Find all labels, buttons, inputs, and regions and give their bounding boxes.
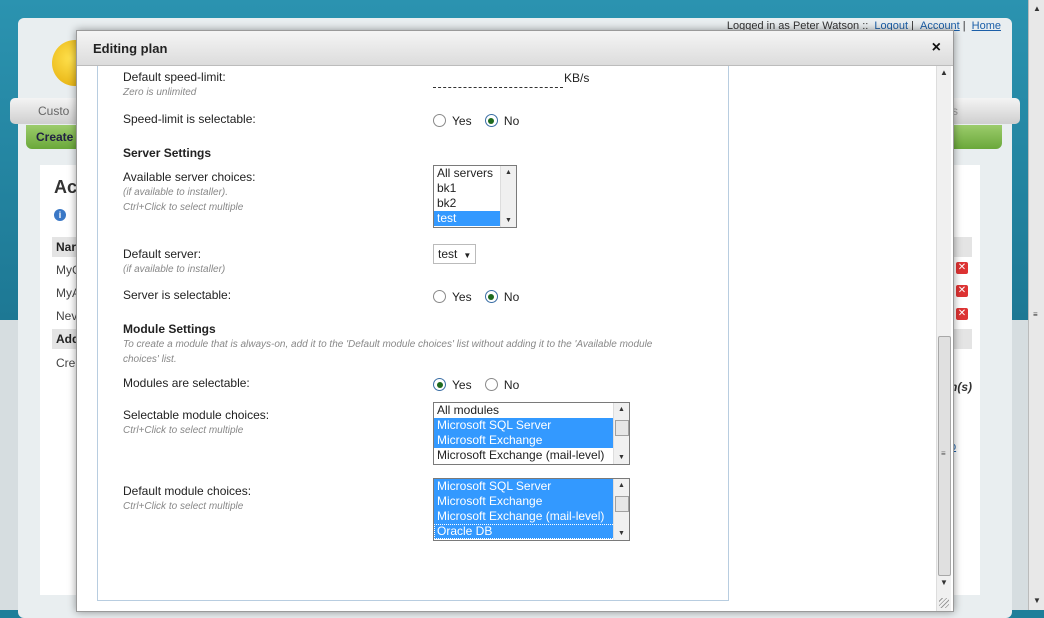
- delete-icon[interactable]: ✕: [956, 262, 968, 274]
- scroll-grip-icon: ≡: [941, 449, 946, 458]
- dialog-body: Default speed-limit: Zero is unlimited K…: [77, 66, 935, 611]
- selectable-modules-listbox[interactable]: All modules Microsoft SQL Server Microso…: [433, 402, 630, 465]
- nav-item-customers[interactable]: Custo: [38, 104, 69, 118]
- speed-limit-label: Default speed-limit:: [123, 70, 226, 84]
- default-server-hint: (if available to installer): [123, 264, 226, 275]
- dialog-header: Editing plan ×: [77, 31, 953, 66]
- list-item-selected[interactable]: Microsoft Exchange: [434, 494, 629, 509]
- server-selectable-yes-label[interactable]: Yes: [452, 290, 472, 304]
- scroll-grip-icon: ≡: [1033, 310, 1038, 319]
- scroll-down-icon[interactable]: ▼: [505, 217, 512, 224]
- modules-selectable-label: Modules are selectable:: [123, 376, 250, 390]
- close-icon[interactable]: ×: [932, 39, 941, 57]
- page-scrollbar[interactable]: ▲ ≡ ▼: [1028, 0, 1044, 610]
- server-selectable-radios: Yes No: [433, 289, 529, 304]
- scroll-thumb[interactable]: ≡: [938, 336, 951, 576]
- speed-selectable-radios: Yes No: [433, 113, 529, 128]
- scroll-up-icon[interactable]: ▲: [618, 482, 625, 489]
- success-text: Create: [36, 130, 74, 144]
- resize-handle-icon[interactable]: [939, 598, 949, 608]
- table-row[interactable]: Nev: [56, 309, 77, 323]
- create-link[interactable]: Cre: [56, 356, 75, 370]
- server-choices-hint: (if available to installer).: [123, 187, 229, 198]
- scroll-thumb[interactable]: [615, 496, 629, 512]
- modules-selectable-no-radio[interactable]: [484, 378, 498, 392]
- info-icon: i: [54, 209, 66, 221]
- server-selectable-yes-radio[interactable]: [433, 290, 446, 304]
- modules-selectable-yes-radio[interactable]: [433, 378, 446, 392]
- scroll-down-icon[interactable]: ▼: [940, 578, 948, 587]
- listbox-scrollbar[interactable]: ▲ ▼: [500, 166, 516, 227]
- speed-selectable-no-label[interactable]: No: [504, 114, 519, 128]
- editing-plan-dialog: Editing plan × Default speed-limit: Zero…: [76, 30, 954, 612]
- selectable-modules-label: Selectable module choices:: [123, 408, 270, 422]
- scroll-down-icon[interactable]: ▼: [1033, 596, 1041, 605]
- speed-limit-hint: Zero is unlimited: [123, 87, 197, 98]
- home-link[interactable]: Home: [972, 20, 1001, 32]
- speed-selectable-yes-label[interactable]: Yes: [452, 114, 472, 128]
- scroll-up-icon[interactable]: ▲: [505, 169, 512, 176]
- selectable-modules-hint: Ctrl+Click to select multiple: [123, 425, 244, 436]
- server-settings-heading: Server Settings: [123, 146, 212, 160]
- modules-selectable-radios: Yes No: [433, 377, 529, 392]
- speed-selectable-label: Speed-limit is selectable:: [123, 112, 256, 126]
- scroll-up-icon[interactable]: ▲: [618, 406, 625, 413]
- delete-icon[interactable]: ✕: [956, 308, 968, 320]
- server-selectable-no-label[interactable]: No: [504, 290, 519, 304]
- default-modules-hint: Ctrl+Click to select multiple: [123, 501, 244, 512]
- default-modules-listbox[interactable]: Microsoft SQL Server Microsoft Exchange …: [433, 478, 630, 541]
- table-header-name: Nar: [56, 240, 77, 254]
- list-item[interactable]: Microsoft Exchange (mail-level): [434, 448, 629, 463]
- scroll-down-icon[interactable]: ▼: [618, 530, 625, 537]
- page-heading: Ac: [54, 177, 78, 197]
- modules-selectable-no-label[interactable]: No: [504, 378, 519, 392]
- speed-selectable-no-radio[interactable]: [484, 114, 498, 128]
- server-choices-label: Available server choices:: [123, 170, 256, 184]
- server-choices-hint-ctrl: Ctrl+Click to select multiple: [123, 202, 244, 213]
- list-item-selected[interactable]: Microsoft Exchange (mail-level): [434, 509, 629, 524]
- module-settings-hint: To create a module that is always-on, ad…: [123, 339, 653, 365]
- dialog-scrollbar[interactable]: ▲ ≡ ▼: [936, 66, 951, 611]
- server-choices-listbox[interactable]: All servers bk1 bk2 test ▲ ▼: [433, 165, 517, 228]
- scroll-up-icon[interactable]: ▲: [940, 68, 948, 77]
- module-settings-heading: Module Settings: [123, 322, 216, 336]
- list-item-selected[interactable]: Microsoft Exchange: [434, 433, 629, 448]
- speed-selectable-yes-radio[interactable]: [433, 114, 446, 128]
- default-server-label: Default server:: [123, 247, 202, 261]
- server-selectable-no-radio[interactable]: [484, 290, 498, 304]
- default-server-select[interactable]: test ▼: [433, 244, 477, 264]
- list-item[interactable]: All modules: [434, 403, 629, 418]
- list-item-selected[interactable]: Microsoft SQL Server: [434, 479, 629, 494]
- dialog-title: Editing plan: [93, 41, 168, 56]
- listbox-scrollbar[interactable]: ▲ ▼: [613, 403, 629, 464]
- chevron-down-icon: ▼: [463, 251, 472, 260]
- scroll-thumb[interactable]: [615, 420, 629, 436]
- scroll-up-icon[interactable]: ▲: [1033, 4, 1041, 13]
- delete-icon[interactable]: ✕: [956, 285, 968, 297]
- modules-selectable-yes-label[interactable]: Yes: [452, 378, 472, 392]
- listbox-scrollbar[interactable]: ▲ ▼: [613, 479, 629, 540]
- default-modules-label: Default module choices:: [123, 484, 252, 498]
- scroll-down-icon[interactable]: ▼: [618, 454, 625, 461]
- server-selectable-label: Server is selectable:: [123, 288, 232, 302]
- speed-limit-input[interactable]: [433, 71, 563, 88]
- default-server-value: test: [438, 247, 458, 261]
- list-item-selected[interactable]: Oracle DB: [434, 524, 629, 539]
- speed-limit-unit: KB/s: [564, 71, 590, 85]
- list-item-selected[interactable]: Microsoft SQL Server: [434, 418, 629, 433]
